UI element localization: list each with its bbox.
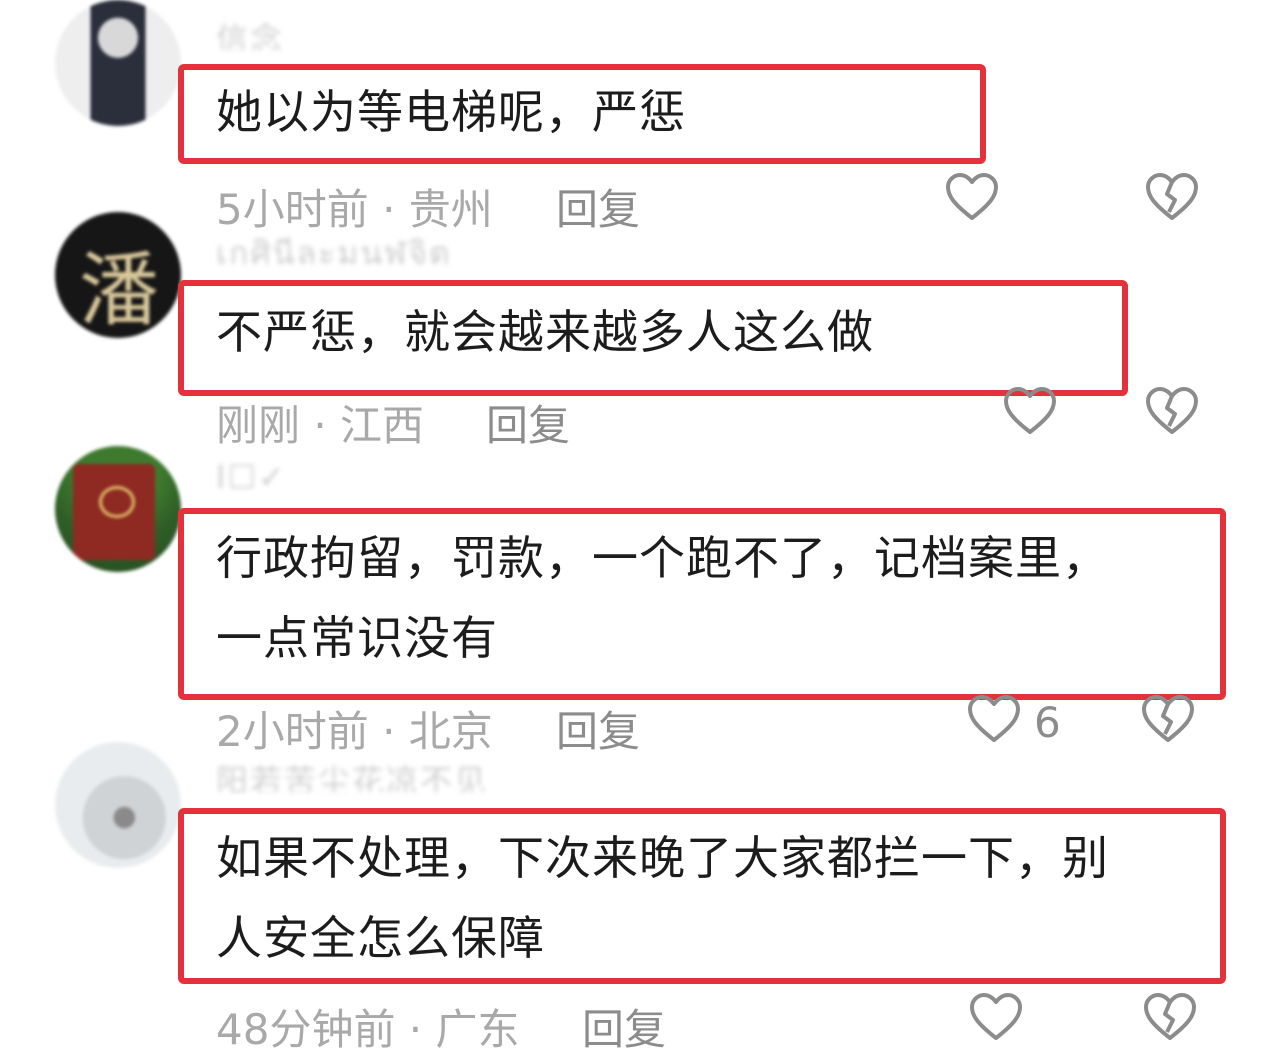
reply-button[interactable]: 回复 bbox=[556, 698, 640, 759]
username[interactable]: 阳若苦尘花凉不见 bbox=[216, 756, 516, 792]
reply-button[interactable]: 回复 bbox=[486, 392, 570, 453]
heart-outline-icon[interactable] bbox=[944, 170, 1000, 226]
avatar[interactable]: 潘 bbox=[55, 212, 181, 338]
comment-text-line: 行政拘留，罚款，一个跑不了，记档案里， bbox=[216, 531, 1109, 585]
comment-text: 不严惩，就会越来越多人这么做 bbox=[216, 305, 874, 359]
broken-heart-icon[interactable] bbox=[1140, 692, 1196, 748]
username[interactable]: 信念 bbox=[216, 14, 516, 50]
avatar-glyph: 潘 bbox=[79, 244, 159, 337]
reply-button[interactable]: 回复 bbox=[582, 996, 666, 1057]
comment-meta: 刚刚 · 江西 bbox=[216, 401, 425, 450]
comment-text-line: 一点常识没有 bbox=[216, 611, 498, 665]
reply-button[interactable]: 回复 bbox=[556, 176, 640, 237]
username[interactable]: เกศินีละมนฬจิต bbox=[216, 228, 516, 264]
heart-outline-icon[interactable] bbox=[968, 990, 1024, 1046]
broken-heart-icon[interactable] bbox=[1142, 990, 1198, 1046]
broken-heart-icon[interactable] bbox=[1144, 170, 1200, 226]
heart-outline-icon[interactable] bbox=[966, 692, 1022, 748]
comment-text: 她以为等电梯呢，严惩 bbox=[216, 85, 686, 139]
avatar[interactable] bbox=[55, 0, 181, 126]
like-count: 6 bbox=[1034, 698, 1061, 747]
comment-text-line: 如果不处理，下次来晚了大家都拦一下，别 bbox=[216, 831, 1109, 885]
broken-heart-icon[interactable] bbox=[1144, 384, 1200, 440]
comment-meta: 48分钟前 · 广东 bbox=[216, 1005, 520, 1054]
comment-text-line: 人安全怎么保障 bbox=[216, 911, 545, 965]
username[interactable]: I☐✓ bbox=[216, 458, 516, 494]
avatar[interactable] bbox=[55, 446, 181, 572]
comment-meta: 2小时前 · 北京 bbox=[216, 707, 493, 756]
avatar[interactable] bbox=[55, 742, 181, 868]
heart-outline-icon[interactable] bbox=[1002, 384, 1058, 440]
